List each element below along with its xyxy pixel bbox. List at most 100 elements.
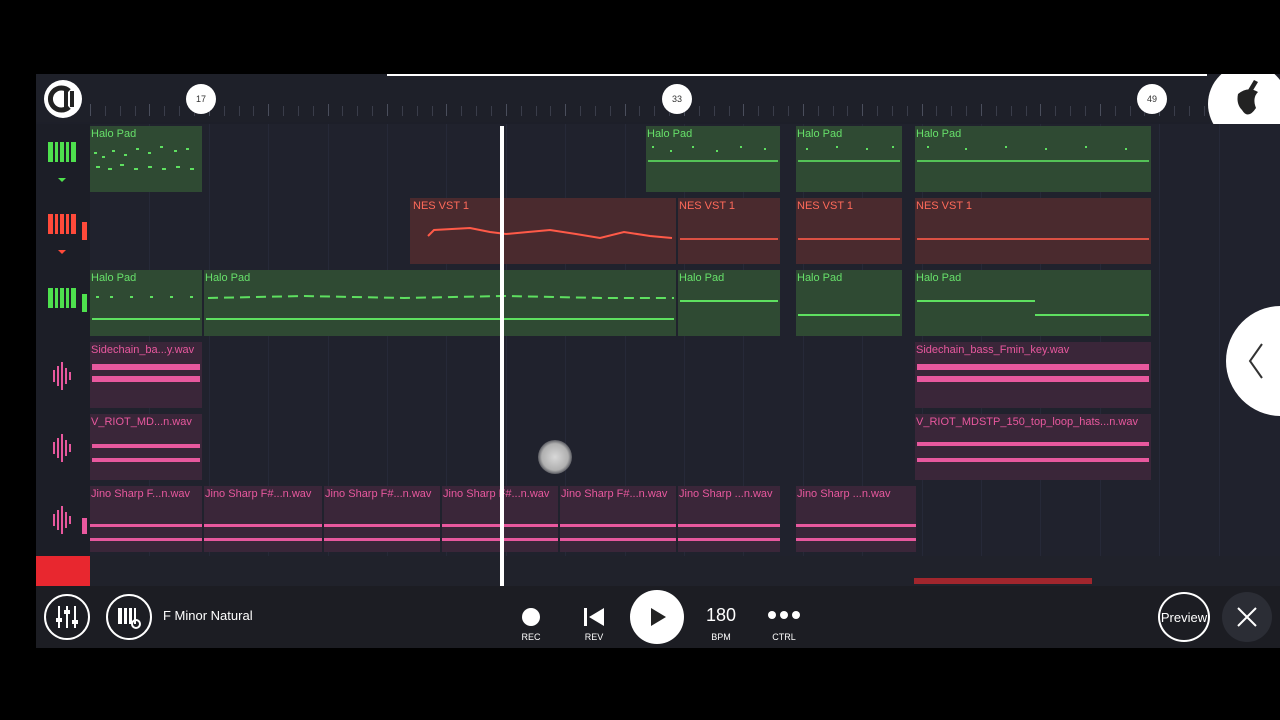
ruler-tick <box>773 106 775 116</box>
ruler-tick <box>847 106 849 116</box>
ruler-tick <box>1055 106 1057 116</box>
grid-line <box>268 340 270 412</box>
ruler-tick <box>1099 104 1101 116</box>
grid-line <box>505 124 507 196</box>
grid-line <box>327 196 329 268</box>
clip[interactable]: Jino Sharp F#...n.wav <box>324 486 440 552</box>
ruler-tick <box>891 106 893 116</box>
track-head-3[interactable] <box>36 268 90 340</box>
clip[interactable]: Halo Pad <box>204 270 676 336</box>
record-region[interactable] <box>36 556 90 586</box>
track-3: Halo Pad Halo Pad Halo Pad Halo Pad Halo… <box>36 268 1280 341</box>
clip[interactable]: NES VST 1 <box>915 198 1151 264</box>
ruler-tick <box>921 104 923 116</box>
bpm-value[interactable]: 180 <box>696 605 746 626</box>
grid-line <box>743 412 745 484</box>
grid-line <box>624 340 626 412</box>
clip[interactable]: Halo Pad <box>646 126 780 192</box>
clip[interactable]: Sidechain_ba...y.wav <box>90 342 202 408</box>
clip[interactable]: Halo Pad <box>90 270 202 336</box>
track-head-5[interactable] <box>36 412 90 484</box>
ruler-tick <box>461 106 463 116</box>
rewind-icon[interactable] <box>582 606 606 628</box>
play-icon <box>651 608 666 626</box>
timeline-ruler[interactable]: 17 33 49 <box>36 74 1280 144</box>
loop-bar[interactable] <box>914 578 1092 584</box>
ruler-tick <box>580 106 582 116</box>
clip[interactable]: NES VST 1 <box>796 198 902 264</box>
clip[interactable]: Jino Sharp F...n.wav <box>90 486 202 552</box>
clip[interactable]: Halo Pad <box>90 126 202 192</box>
ruler-tick <box>312 106 314 116</box>
ruler-tick <box>357 106 359 116</box>
track-lane-2[interactable]: NES VST 1 NES VST 1 NES VST 1 NES VST 1 <box>90 196 1280 268</box>
clip[interactable]: Jino Sharp F#...n.wav <box>204 486 322 552</box>
bar-marker-17[interactable]: 17 <box>186 84 216 114</box>
ruler-tick <box>1084 106 1086 116</box>
playhead[interactable] <box>500 126 504 586</box>
track-lane-4[interactable]: Sidechain_ba...y.wav Sidechain_bass_Fmin… <box>90 340 1280 412</box>
grid-line <box>268 124 270 196</box>
track-head-6[interactable] <box>36 484 90 556</box>
preview-button[interactable]: Preview <box>1158 592 1210 642</box>
grid-line <box>684 340 685 412</box>
clip[interactable]: Halo Pad <box>796 126 902 192</box>
ruler-tick <box>758 106 760 116</box>
piano-settings-icon[interactable] <box>106 594 152 640</box>
clip[interactable]: Halo Pad <box>796 270 902 336</box>
fl-logo-icon[interactable] <box>44 80 82 118</box>
piano-icon <box>48 214 87 254</box>
scale-label[interactable]: F Minor Natural <box>163 608 253 623</box>
grid-line <box>505 412 507 484</box>
ruler-tick <box>134 106 136 116</box>
track-head-4[interactable] <box>36 340 90 412</box>
track-lane-6[interactable]: Jino Sharp F...n.wav Jino Sharp F#...n.w… <box>90 484 1280 556</box>
grid-line <box>268 412 270 484</box>
grid-line <box>387 340 388 412</box>
track-4: Sidechain_ba...y.wav Sidechain_bass_Fmin… <box>36 340 1280 413</box>
track-head-1[interactable] <box>36 124 90 196</box>
close-button[interactable] <box>1222 592 1272 642</box>
clip[interactable]: Halo Pad <box>915 270 1151 336</box>
ruler-tick <box>1129 106 1131 116</box>
grid-line <box>208 124 210 196</box>
ruler-tick <box>535 106 537 116</box>
grid-line <box>268 196 270 268</box>
clip[interactable]: Jino Sharp ...n.wav <box>796 486 916 552</box>
track-head-2[interactable] <box>36 196 90 268</box>
bar-marker-33[interactable]: 33 <box>662 84 692 114</box>
clip[interactable]: Jino Sharp F#...n.wav <box>560 486 676 552</box>
grid-line <box>505 340 507 412</box>
side-panel-toggle[interactable] <box>1226 306 1280 416</box>
bar-marker-49[interactable]: 49 <box>1137 84 1167 114</box>
track-lane-3[interactable]: Halo Pad Halo Pad Halo Pad Halo Pad Halo… <box>90 268 1280 340</box>
clip[interactable]: Halo Pad <box>915 126 1151 192</box>
ruler-tick <box>966 106 968 116</box>
clip[interactable]: Jino Sharp ...n.wav <box>678 486 780 552</box>
ruler-tick <box>238 106 240 116</box>
track-lane-5[interactable]: V_RIOT_MD...n.wav V_RIOT_MDSTP_150_top_l… <box>90 412 1280 484</box>
grid-line <box>1159 196 1161 268</box>
ruler-tick <box>743 104 745 116</box>
clip[interactable]: Halo Pad <box>678 270 780 336</box>
rec-label: REC <box>521 632 541 642</box>
clip[interactable]: V_RIOT_MDSTP_150_top_loop_hats...n.wav <box>915 414 1151 480</box>
grid-line <box>743 340 745 412</box>
ruler-tick <box>372 106 374 116</box>
more-icon[interactable] <box>767 610 801 620</box>
clip[interactable]: NES VST 1 <box>678 198 780 264</box>
clip[interactable]: V_RIOT_MD...n.wav <box>90 414 202 480</box>
ruler-tick <box>1010 106 1012 116</box>
clip[interactable]: NES VST 1 <box>410 198 676 264</box>
play-button[interactable] <box>630 590 684 644</box>
grid-line <box>624 412 626 484</box>
ruler-tick <box>951 106 953 116</box>
record-button[interactable] <box>522 608 540 626</box>
loop-region-lane[interactable] <box>36 556 1280 586</box>
mixer-icon[interactable] <box>44 594 90 640</box>
track-lane-1[interactable]: Halo Pad Halo Pad Halo Pad Halo Pad <box>90 124 1280 196</box>
track-2: NES VST 1 NES VST 1 NES VST 1 NES VST 1 <box>36 196 1280 269</box>
ruler-tick <box>787 106 789 116</box>
clip[interactable]: Sidechain_bass_Fmin_key.wav <box>915 342 1151 408</box>
ruler-tick <box>253 106 255 116</box>
